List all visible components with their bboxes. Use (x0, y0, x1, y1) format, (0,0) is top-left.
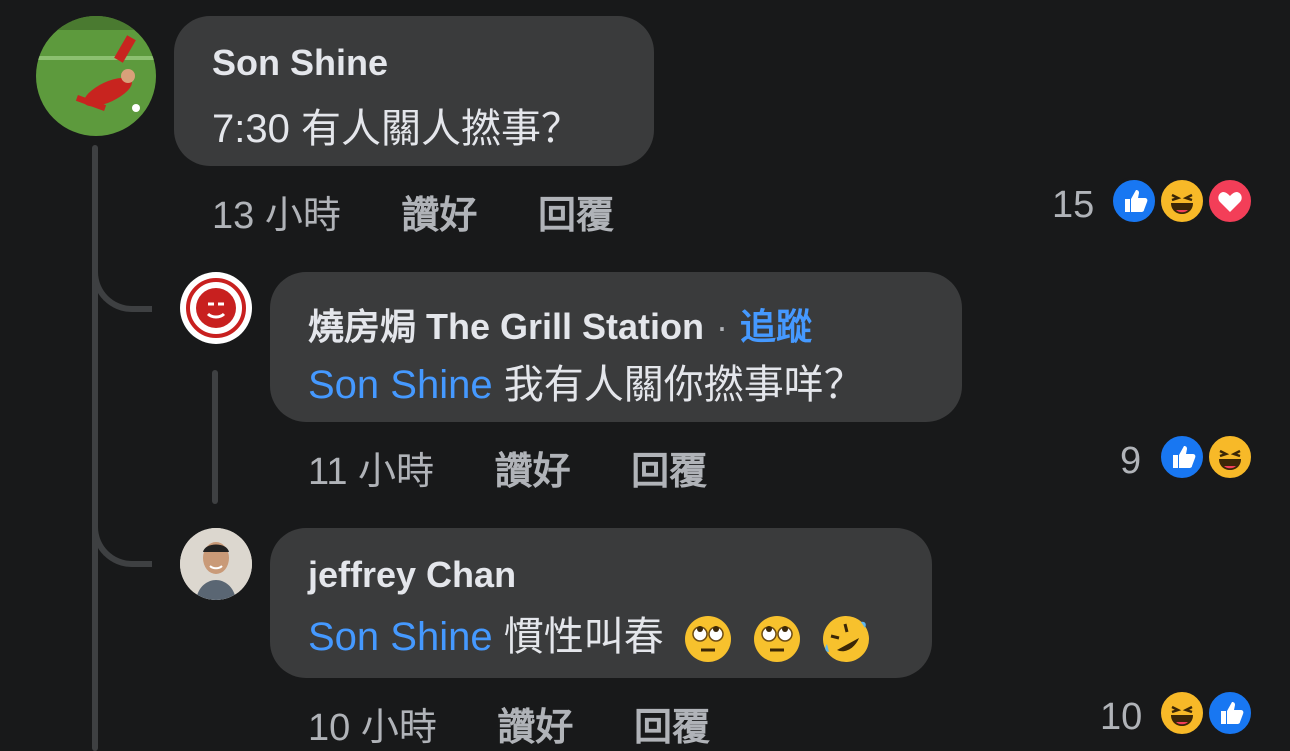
mention-link[interactable]: Son Shine (308, 363, 493, 407)
avatar[interactable] (180, 272, 252, 344)
like-button[interactable]: 讚好 (495, 451, 571, 493)
eye-roll-emoji-icon (684, 616, 731, 663)
reply-button[interactable]: 回覆 (631, 451, 707, 493)
like-icon[interactable] (1206, 689, 1254, 737)
reply-thread-line (212, 370, 218, 504)
haha-icon[interactable] (1158, 689, 1206, 737)
reaction-count[interactable]: 15 (1052, 184, 1094, 227)
comment-text-line: Son Shine 慣性叫春 (308, 604, 871, 664)
thread-line (92, 145, 98, 751)
comment-author[interactable]: 燒房焗 The Grill Station (308, 306, 704, 347)
comment-author[interactable]: jeffrey Chan (308, 554, 516, 596)
avatar[interactable] (36, 16, 156, 136)
comment-meta: 10 小時 讚好 回覆 (308, 696, 710, 751)
comment-text: 7:30 有人關人撚事？ (212, 107, 581, 151)
comment-text: 我有人關你撚事咩？ (503, 363, 864, 407)
comment-author[interactable]: Son Shine (212, 42, 388, 84)
haha-icon[interactable] (1158, 177, 1206, 225)
reply-button[interactable]: 回覆 (538, 195, 614, 237)
reaction-count[interactable]: 9 (1120, 440, 1141, 483)
comment-text-line: Son Shine 我有人關你撚事咩？ (308, 352, 864, 410)
thread-branch (92, 250, 152, 312)
rofl-emoji-icon (823, 616, 870, 663)
comment-timestamp[interactable]: 13 小時 (212, 195, 341, 237)
soccer-player-avatar-icon (36, 16, 156, 136)
person-avatar-icon (180, 528, 252, 600)
avatar[interactable] (180, 528, 252, 600)
reply-button[interactable]: 回覆 (634, 707, 710, 749)
like-icon[interactable] (1158, 433, 1206, 481)
reaction-count[interactable]: 10 (1100, 696, 1142, 739)
comment-meta: 13 小時 讚好 回覆 (212, 184, 614, 239)
eye-roll-emoji-icon (753, 616, 800, 663)
grill-station-logo-icon (182, 274, 250, 342)
love-icon[interactable] (1206, 177, 1254, 225)
like-icon[interactable] (1110, 177, 1158, 225)
follow-button[interactable]: 追蹤 (740, 306, 812, 347)
haha-icon[interactable] (1206, 433, 1254, 481)
separator: · (716, 306, 729, 347)
like-button[interactable]: 讚好 (401, 195, 477, 237)
comment-author-line: 燒房焗 The Grill Station · 追蹤 (308, 298, 812, 350)
comment-timestamp[interactable]: 11 小時 (308, 451, 434, 493)
like-button[interactable]: 讚好 (497, 707, 573, 749)
mention-link[interactable]: Son Shine (308, 615, 493, 659)
comment-meta: 11 小時 讚好 回覆 (308, 440, 707, 495)
comment-timestamp[interactable]: 10 小時 (308, 707, 437, 749)
comment-text: 慣性叫春 (503, 615, 664, 659)
thread-branch (92, 500, 152, 567)
